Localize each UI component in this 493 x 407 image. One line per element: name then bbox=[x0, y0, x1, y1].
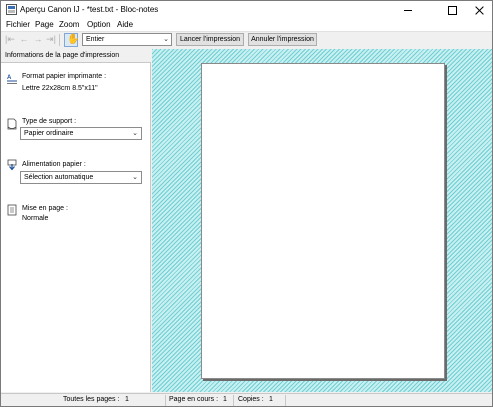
app-window: Aperçu Canon IJ - *test.txt - Bloc-notes… bbox=[0, 0, 493, 407]
support-label: Type de support : bbox=[22, 118, 77, 125]
print-info-panel: Informations de la page d'impression A F… bbox=[1, 49, 151, 392]
current-page-value: 1 bbox=[223, 396, 227, 403]
current-page-label: Page en cours : bbox=[169, 396, 219, 403]
start-print-button[interactable]: Lancer l'impression bbox=[176, 33, 244, 46]
close-button[interactable] bbox=[465, 1, 493, 19]
panel-header: Informations de la page d'impression bbox=[1, 49, 151, 63]
menu-page[interactable]: Page bbox=[35, 20, 54, 29]
zoom-select[interactable]: Entier ⌄ bbox=[82, 33, 172, 46]
zoom-value: Entier bbox=[86, 36, 105, 43]
layout-label: Mise en page : bbox=[22, 205, 68, 212]
toolbar-separator bbox=[59, 34, 60, 46]
menu-aide[interactable]: Aide bbox=[117, 20, 133, 29]
format-value: Lettre 22x28cm 8.5"x11" bbox=[22, 85, 98, 92]
toolbar: |⇤ ← → ⇥| ✋ Entier ⌄ Lancer l'impression… bbox=[1, 31, 492, 47]
page-layout-icon bbox=[7, 204, 17, 216]
paper-feed-value: Sélection automatique bbox=[24, 174, 94, 181]
chevron-down-icon: ⌄ bbox=[132, 174, 138, 181]
paper-feed-icon bbox=[7, 159, 17, 171]
hand-tool-icon[interactable]: ✋ bbox=[64, 33, 79, 47]
copies-value: 1 bbox=[269, 396, 273, 403]
status-divider bbox=[165, 395, 166, 406]
last-page-icon[interactable]: ⇥| bbox=[46, 35, 56, 44]
format-label: Format papier imprimante : bbox=[22, 73, 107, 80]
layout-value: Normale bbox=[22, 215, 49, 222]
paper-format-icon: A bbox=[7, 75, 17, 84]
paper-feed-select[interactable]: Sélection automatique ⌄ bbox=[20, 171, 142, 184]
maximize-button[interactable] bbox=[437, 1, 467, 19]
page-preview bbox=[201, 63, 445, 379]
copies-label: Copies : bbox=[238, 396, 264, 403]
media-type-icon bbox=[7, 118, 17, 130]
total-pages-label: Toutes les pages : bbox=[63, 396, 120, 403]
feed-label: Alimentation papier : bbox=[22, 161, 86, 168]
media-type-value: Papier ordinaire bbox=[24, 130, 74, 137]
window-title: Aperçu Canon IJ - *test.txt - Bloc-notes bbox=[20, 5, 159, 14]
media-type-select[interactable]: Papier ordinaire ⌄ bbox=[20, 127, 142, 140]
menu-bar: Fichier Page Zoom Option Aide bbox=[1, 19, 492, 31]
svg-text:A: A bbox=[7, 75, 12, 81]
status-bar: Toutes les pages : 1 Page en cours : 1 C… bbox=[1, 393, 492, 406]
preview-area[interactable] bbox=[152, 49, 492, 392]
next-page-icon[interactable]: → bbox=[33, 35, 43, 44]
menu-fichier[interactable]: Fichier bbox=[6, 20, 30, 29]
chevron-down-icon: ⌄ bbox=[163, 36, 169, 43]
chevron-down-icon: ⌄ bbox=[132, 130, 138, 137]
app-icon bbox=[6, 4, 17, 15]
status-divider bbox=[233, 395, 234, 406]
menu-zoom[interactable]: Zoom bbox=[59, 20, 79, 29]
minimize-button[interactable] bbox=[393, 1, 423, 19]
first-page-icon[interactable]: |⇤ bbox=[5, 35, 15, 44]
status-divider bbox=[285, 395, 286, 406]
cancel-print-button[interactable]: Annuler l'impression bbox=[248, 33, 317, 46]
title-bar: Aperçu Canon IJ - *test.txt - Bloc-notes bbox=[1, 1, 492, 19]
total-pages-value: 1 bbox=[125, 396, 129, 403]
menu-option[interactable]: Option bbox=[87, 20, 111, 29]
panel-title: Informations de la page d'impression bbox=[5, 52, 120, 59]
previous-page-icon[interactable]: ← bbox=[19, 35, 29, 44]
